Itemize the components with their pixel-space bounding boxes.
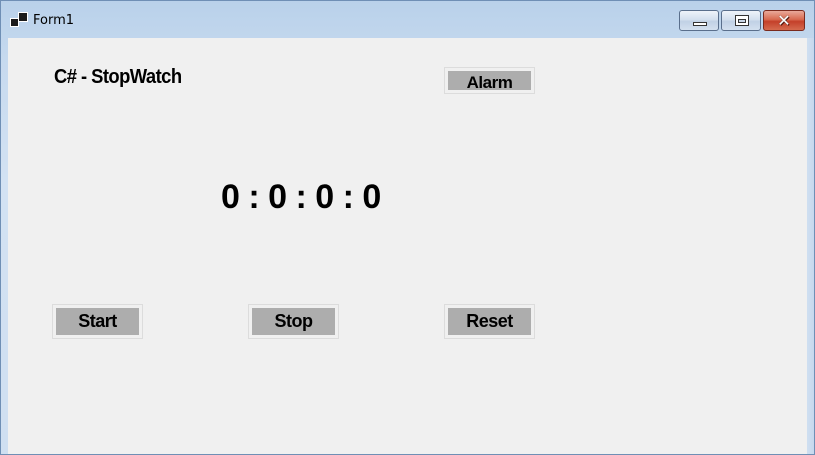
app-window: Form1 ✕ C# - StopWatch Alarm 0 : 0 : 0 :… [0,0,815,455]
alarm-button[interactable]: Alarm [444,67,535,94]
minimize-button[interactable] [679,10,719,31]
maximize-button[interactable] [721,10,761,31]
reset-button[interactable]: Reset [444,304,535,339]
form-client-area: C# - StopWatch Alarm 0 : 0 : 0 : 0 Start… [8,38,807,454]
start-button[interactable]: Start [52,304,143,339]
reset-button-label: Reset [448,308,531,335]
start-button-label: Start [56,308,139,335]
app-window-icon[interactable] [10,12,28,28]
caption-buttons: ✕ [679,10,805,31]
maximize-icon [735,15,749,26]
app-heading: C# - StopWatch [54,66,182,88]
title-bar[interactable]: Form1 ✕ [1,1,814,37]
time-display: 0 : 0 : 0 : 0 [221,178,381,216]
minimize-icon [693,22,707,26]
stop-button[interactable]: Stop [248,304,339,339]
stop-button-label: Stop [252,308,335,335]
window-border[interactable] [807,38,814,454]
alarm-button-label: Alarm [448,71,531,92]
close-button[interactable]: ✕ [763,10,805,31]
window-title: Form1 [33,13,75,28]
close-icon: ✕ [777,11,791,30]
